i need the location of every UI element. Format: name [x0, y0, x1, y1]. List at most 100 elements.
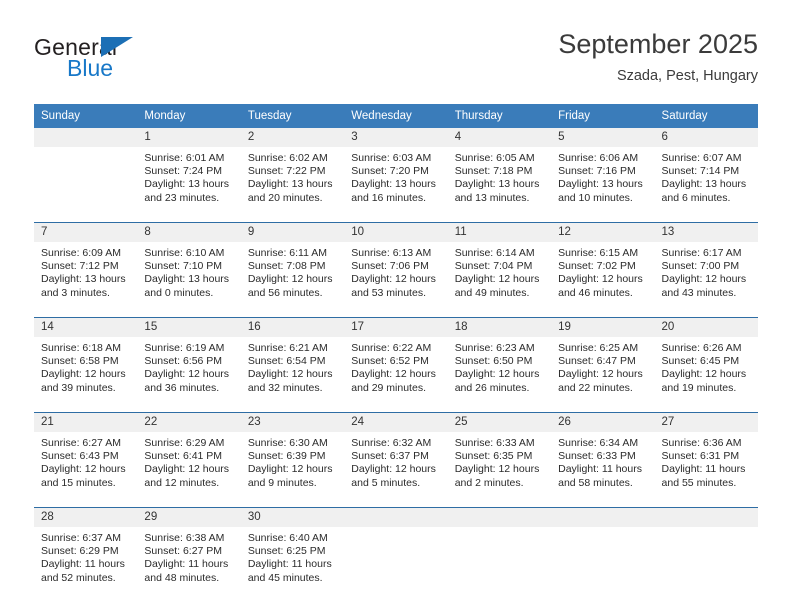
day-details: Sunrise: 6:40 AM Sunset: 6:25 PM Daylight:… — [241, 527, 344, 602]
calendar-day-cell[interactable]: 21 Sunrise: 6:27 AM Sunset: 6:43 PM Dayligh… — [34, 412, 138, 508]
day-number: 10 — [344, 223, 448, 242]
calendar-day-cell[interactable]: 8 Sunrise: 6:10 AM Sunset: 7:10 PM Daylight… — [137, 222, 241, 318]
sunrise-text: Sunrise: 6:40 AM — [247, 532, 328, 544]
calendar-day-cell[interactable]: 11 Sunrise: 6:14 AM Sunset: 7:04 PM Dayligh… — [447, 222, 552, 318]
weekday-header-saturday: Saturday — [654, 104, 758, 128]
calendar-day-cell[interactable]: 19 Sunrise: 6:25 AM Sunset: 6:47 PM Dayligh… — [551, 317, 655, 413]
calendar-empty-cell — [551, 507, 655, 602]
sunset-text: Sunset: 7:04 PM — [454, 260, 533, 273]
calendar-header-row: Sunday Monday Tuesday Wednesday Thursday… — [34, 104, 758, 128]
day-details: Sunrise: 6:25 AM Sunset: 6:47 PM Daylight:… — [551, 337, 654, 412]
calendar-day-cell[interactable]: 7 Sunrise: 6:09 AM Sunset: 7:12 PM Daylight… — [34, 222, 138, 318]
sunrise-text: Sunrise: 6:29 AM — [144, 437, 225, 449]
calendar-empty-cell — [34, 128, 138, 223]
daylight-text-line1: Daylight: 12 hours — [661, 368, 747, 381]
day-number — [447, 508, 552, 527]
day-details: Sunrise: 6:26 AM Sunset: 6:45 PM Daylight:… — [655, 337, 758, 412]
calendar-day-cell[interactable]: 25 Sunrise: 6:33 AM Sunset: 6:35 PM Dayligh… — [447, 412, 552, 508]
sunset-text — [662, 545, 752, 558]
calendar-day-cell[interactable]: 12 Sunrise: 6:15 AM Sunset: 7:02 PM Dayligh… — [551, 222, 655, 318]
sunset-text: Sunset: 6:33 PM — [558, 450, 636, 463]
general-blue-logo[interactable]: General Blue — [34, 34, 234, 90]
daylight-text-line2 — [351, 572, 441, 585]
day-details: Sunrise: 6:29 AM Sunset: 6:41 PM Daylight:… — [137, 432, 240, 507]
sunrise-text — [558, 532, 648, 545]
calendar-week-row: 14 Sunrise: 6:18 AM Sunset: 6:58 PM Dayligh… — [34, 317, 758, 413]
day-details — [448, 527, 551, 602]
day-number: 26 — [551, 413, 655, 432]
day-number: 16 — [240, 318, 345, 337]
daylight-text-line1 — [662, 558, 752, 571]
daylight-text-line2 — [558, 572, 648, 585]
daylight-text-line2: and 13 minutes. — [454, 191, 530, 204]
daylight-text-line2: and 20 minutes. — [247, 191, 323, 204]
sunrise-text: Sunrise: 6:02 AM — [247, 152, 328, 164]
day-details: Sunrise: 6:33 AM Sunset: 6:35 PM Daylight:… — [448, 432, 551, 507]
day-number: 11 — [447, 223, 552, 242]
day-details: Sunrise: 6:19 AM Sunset: 6:56 PM Daylight:… — [137, 337, 240, 412]
calendar-day-cell[interactable]: 10 Sunrise: 6:13 AM Sunset: 7:06 PM Dayligh… — [344, 222, 448, 318]
day-number: 29 — [137, 508, 241, 527]
calendar-day-cell[interactable]: 15 Sunrise: 6:19 AM Sunset: 6:56 PM Dayligh… — [137, 317, 241, 413]
day-number: 27 — [654, 413, 758, 432]
calendar-day-cell[interactable]: 1 Sunrise: 6:01 AM Sunset: 7:24 PM Daylight… — [137, 128, 241, 223]
calendar-day-cell[interactable]: 22 Sunrise: 6:29 AM Sunset: 6:41 PM Dayligh… — [137, 412, 241, 508]
calendar-week-row: 28 Sunrise: 6:37 AM Sunset: 6:29 PM Dayligh… — [34, 507, 758, 602]
daylight-text-line1: Daylight: 11 hours — [41, 558, 125, 571]
calendar-day-cell[interactable]: 6 Sunrise: 6:07 AM Sunset: 7:14 PM Daylight… — [654, 128, 758, 223]
weekday-header-sunday: Sunday — [34, 104, 138, 128]
day-number: 15 — [137, 318, 241, 337]
calendar-day-cell[interactable]: 9 Sunrise: 6:11 AM Sunset: 7:08 PM Daylight… — [240, 222, 345, 318]
daylight-text-line2: and 2 minutes. — [454, 476, 524, 489]
sunset-text: Sunset: 7:12 PM — [41, 260, 119, 273]
calendar-day-cell[interactable]: 29 Sunrise: 6:38 AM Sunset: 6:27 PM Dayligh… — [137, 507, 241, 602]
daylight-text-line1: Daylight: 12 hours — [41, 368, 126, 381]
sunrise-text: Sunrise: 6:07 AM — [661, 152, 742, 164]
weekday-header-thursday: Thursday — [447, 104, 552, 128]
daylight-text-line2: and 48 minutes. — [144, 571, 220, 584]
calendar-day-cell[interactable]: 20 Sunrise: 6:26 AM Sunset: 6:45 PM Dayligh… — [654, 317, 758, 413]
calendar-day-cell[interactable]: 18 Sunrise: 6:23 AM Sunset: 6:50 PM Dayligh… — [447, 317, 552, 413]
daylight-text-line2: and 26 minutes. — [454, 381, 530, 394]
calendar-day-cell[interactable]: 28 Sunrise: 6:37 AM Sunset: 6:29 PM Dayligh… — [34, 507, 138, 602]
calendar-day-cell[interactable]: 2 Sunrise: 6:02 AM Sunset: 7:22 PM Daylight… — [240, 128, 345, 223]
calendar-day-cell[interactable]: 27 Sunrise: 6:36 AM Sunset: 6:31 PM Dayligh… — [654, 412, 758, 508]
daylight-text-line2: and 49 minutes. — [454, 286, 530, 299]
calendar-day-cell[interactable]: 30 Sunrise: 6:40 AM Sunset: 6:25 PM Dayligh… — [240, 507, 345, 602]
calendar-day-cell[interactable]: 24 Sunrise: 6:32 AM Sunset: 6:37 PM Dayligh… — [344, 412, 448, 508]
daylight-text-line2: and 0 minutes. — [144, 286, 214, 299]
daylight-text-line1 — [351, 558, 441, 571]
sunset-text: Sunset: 7:16 PM — [558, 165, 636, 178]
sunrise-text: Sunrise: 6:21 AM — [247, 342, 328, 354]
calendar-week-row: 1 Sunrise: 6:01 AM Sunset: 7:24 PM Daylight… — [34, 128, 758, 223]
sunset-text: Sunset: 6:37 PM — [351, 450, 429, 463]
day-number: 17 — [344, 318, 448, 337]
daylight-text-line2: and 56 minutes. — [247, 286, 323, 299]
calendar-day-cell[interactable]: 13 Sunrise: 6:17 AM Sunset: 7:00 PM Dayligh… — [654, 222, 758, 318]
sunset-text: Sunset: 6:35 PM — [454, 450, 533, 463]
calendar-day-cell[interactable]: 23 Sunrise: 6:30 AM Sunset: 6:39 PM Dayligh… — [240, 412, 345, 508]
calendar-day-cell[interactable]: 14 Sunrise: 6:18 AM Sunset: 6:58 PM Dayligh… — [34, 317, 138, 413]
sunset-text: Sunset: 7:14 PM — [661, 165, 740, 178]
calendar-day-cell[interactable]: 3 Sunrise: 6:03 AM Sunset: 7:20 PM Daylight… — [344, 128, 448, 223]
calendar-day-cell[interactable]: 17 Sunrise: 6:22 AM Sunset: 6:52 PM Dayligh… — [344, 317, 448, 413]
daylight-text-line2: and 45 minutes. — [247, 571, 323, 584]
page-title: September 2025 — [558, 29, 758, 59]
title-block: September 2025 Szada, Pest, Hungary — [558, 28, 758, 86]
day-details: Sunrise: 6:15 AM Sunset: 7:02 PM Daylight:… — [551, 242, 654, 317]
sunset-text: Sunset: 6:31 PM — [661, 450, 740, 463]
sunrise-text: Sunrise: 6:17 AM — [661, 247, 742, 259]
calendar-day-cell[interactable]: 26 Sunrise: 6:34 AM Sunset: 6:33 PM Dayligh… — [551, 412, 655, 508]
sunrise-text: Sunrise: 6:37 AM — [41, 532, 121, 544]
daylight-text-line1: Daylight: 12 hours — [661, 273, 747, 286]
calendar-day-cell[interactable]: 5 Sunrise: 6:06 AM Sunset: 7:16 PM Daylight… — [551, 128, 655, 223]
daylight-text-line2: and 53 minutes. — [351, 286, 426, 299]
day-details — [655, 527, 758, 602]
day-details: Sunrise: 6:09 AM Sunset: 7:12 PM Daylight:… — [34, 242, 137, 317]
calendar-day-cell[interactable]: 4 Sunrise: 6:05 AM Sunset: 7:18 PM Daylight… — [447, 128, 552, 223]
calendar-day-cell[interactable]: 16 Sunrise: 6:21 AM Sunset: 6:54 PM Dayligh… — [240, 317, 345, 413]
day-details: Sunrise: 6:05 AM Sunset: 7:18 PM Daylight:… — [448, 147, 551, 222]
daylight-text-line2 — [41, 192, 131, 205]
daylight-text-line2: and 3 minutes. — [41, 286, 110, 299]
day-details: Sunrise: 6:13 AM Sunset: 7:06 PM Daylight:… — [344, 242, 447, 317]
